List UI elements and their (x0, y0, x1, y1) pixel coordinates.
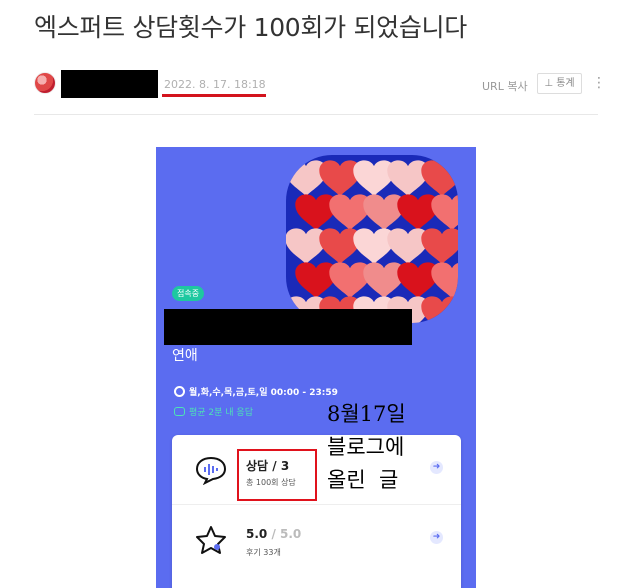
stats-button[interactable]: ⊥ 통계 (537, 73, 582, 94)
date-underline-mark (162, 94, 266, 97)
hours-text: 월,화,수,목,금,토,일 00:00 - 23:59 (189, 388, 338, 398)
heart-shape (295, 262, 337, 298)
heart-shape (363, 262, 405, 298)
author-row: 2022. 8. 17. 18:18 URL 복사 ⊥ 통계 ⋮ (34, 70, 606, 98)
voice-chat-icon (195, 456, 227, 485)
hearts-artwork (286, 155, 458, 323)
expert-category: 연애 (172, 348, 198, 364)
chat-icon (174, 407, 185, 416)
arrow-right-icon[interactable]: ➜ (430, 531, 443, 544)
reply-time-row: 평균 2분 내 응답 (174, 405, 253, 418)
expert-profile-image: 접속중 연애 월,화,수,목,금,토,일 00:00 - 23:59 평균 2분… (156, 147, 476, 588)
divider (34, 114, 598, 115)
heart-shape (387, 160, 429, 196)
rating-score: 5.0 / 5.0 (246, 527, 302, 541)
heart-shape (431, 262, 458, 298)
clock-icon (174, 386, 185, 397)
online-status-badge: 접속중 (172, 286, 205, 301)
stats-card: 상담 / 3 총 100회 상담 ➜ 5.0 / 5.0 후기 33개 ➜ (172, 435, 461, 588)
heart-shape (319, 160, 361, 196)
star-icon (196, 526, 226, 554)
more-vertical-icon[interactable]: ⋮ (592, 73, 606, 93)
expert-name-redacted (164, 309, 412, 345)
url-copy-button[interactable]: URL 복사 (482, 78, 528, 94)
heart-shape (319, 228, 361, 264)
heart-shape (421, 296, 458, 323)
review-count: 후기 33개 (246, 548, 281, 557)
heart-shape (421, 228, 458, 264)
heart-shape (397, 194, 439, 230)
heart-shape (295, 194, 337, 230)
avatar[interactable] (34, 72, 56, 94)
reply-text: 평균 2분 내 응답 (189, 408, 253, 418)
hearts-svg (286, 160, 458, 323)
heart-shape (387, 228, 429, 264)
post-title: 엑스퍼트 상담횟수가 100회가 되었습니다 (34, 13, 467, 42)
arrow-right-icon[interactable]: ➜ (430, 461, 443, 474)
handwritten-note: 8월17일 블로그에 올린 글 (327, 402, 406, 492)
heart-shape (353, 160, 395, 196)
rating-row[interactable]: 5.0 / 5.0 후기 33개 ➜ (172, 505, 461, 575)
heart-shape (421, 160, 458, 196)
heart-shape (397, 262, 439, 298)
hours-row: 월,화,수,목,금,토,일 00:00 - 23:59 (174, 385, 338, 398)
highlight-box (237, 449, 317, 501)
post-date: 2022. 8. 17. 18:18 (164, 78, 266, 91)
heart-shape (431, 194, 458, 230)
consult-row[interactable]: 상담 / 3 총 100회 상담 ➜ (172, 435, 461, 505)
heart-shape (363, 194, 405, 230)
heart-shape (353, 228, 395, 264)
heart-shape (329, 262, 371, 298)
heart-shape (329, 194, 371, 230)
author-name-redacted[interactable] (61, 70, 158, 98)
